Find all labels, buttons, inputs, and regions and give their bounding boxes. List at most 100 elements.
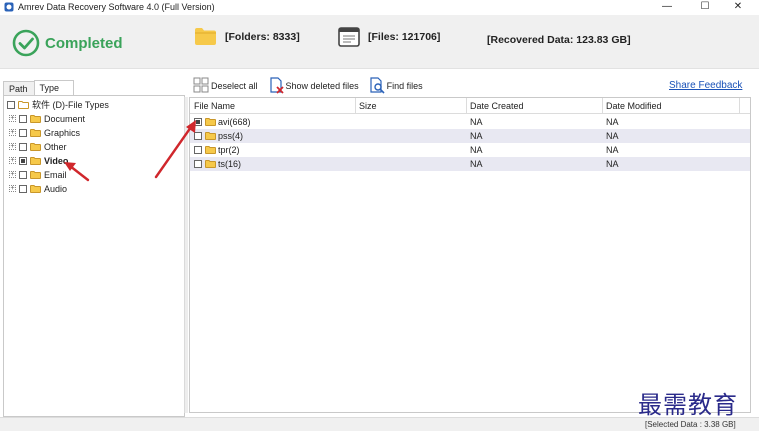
folder-icon	[30, 128, 41, 137]
tree-item-label: Video	[44, 155, 69, 166]
maximize-button[interactable]: ☐	[692, 0, 718, 15]
completed-status: Completed	[12, 29, 123, 57]
minimize-button[interactable]: —	[654, 0, 680, 15]
table-row[interactable]: pss(4) NA NA	[190, 129, 750, 143]
expander-icon[interactable]: +	[9, 157, 16, 164]
folder-icon	[205, 118, 216, 126]
row-checkbox[interactable]	[194, 118, 202, 126]
expander-icon[interactable]: +	[9, 143, 16, 150]
column-header-file-name[interactable]: File Name	[194, 101, 235, 111]
expander-icon[interactable]: +	[9, 129, 16, 136]
tree-checkbox[interactable]	[19, 114, 27, 123]
tree-item-video[interactable]: + Video	[9, 154, 68, 167]
app-icon	[4, 2, 14, 12]
date-modified-cell: NA	[606, 159, 619, 169]
folders-stat: [Folders: 8333]	[194, 27, 300, 46]
root-checkbox[interactable]	[7, 100, 15, 109]
date-modified-cell: NA	[606, 117, 619, 127]
column-divider[interactable]	[355, 98, 356, 113]
selected-data-label: [Selected Data : 3.38 GB]	[645, 420, 736, 429]
tree-item-label: Other	[44, 141, 67, 152]
tree-item-document[interactable]: + Document	[9, 112, 85, 125]
close-button[interactable]: ✕	[725, 0, 751, 15]
check-circle-icon	[12, 29, 40, 57]
window-title: Amrev Data Recovery Software 4.0 (Full V…	[18, 2, 215, 12]
file-name: pss(4)	[218, 131, 244, 141]
expander-icon[interactable]: +	[9, 171, 16, 178]
share-feedback-link[interactable]: Share Feedback	[669, 80, 742, 91]
tree-root-label: 软件 (D)-File Types	[32, 100, 109, 110]
show-deleted-files-button[interactable]: Show deleted files	[268, 77, 359, 94]
column-divider[interactable]	[739, 98, 740, 113]
column-divider[interactable]	[466, 98, 467, 113]
folders-count: [Folders: 8333]	[225, 30, 300, 43]
column-header-date-created[interactable]: Date Created	[470, 101, 524, 111]
completed-label: Completed	[45, 34, 123, 52]
tree-item-label: Audio	[44, 183, 68, 194]
tree-item-graphics[interactable]: + Graphics	[9, 126, 80, 139]
date-created-cell: NA	[470, 117, 483, 127]
file-grid: File Name Size Date Created Date Modifie…	[189, 97, 751, 413]
file-name-cell: pss(4)	[194, 131, 243, 141]
date-created-cell: NA	[470, 131, 483, 141]
tree-item-audio[interactable]: + Audio	[9, 182, 67, 195]
tree-root[interactable]: 软件 (D)-File Types	[7, 98, 109, 111]
column-divider[interactable]	[602, 98, 603, 113]
date-created-cell: NA	[470, 145, 483, 155]
folder-icon	[205, 132, 216, 140]
file-name-cell: tpr(2)	[194, 145, 240, 155]
panel-splitter[interactable]	[184, 97, 188, 413]
tree-checkbox[interactable]	[19, 170, 27, 179]
show-deleted-label: Show deleted files	[285, 80, 359, 91]
tab-path[interactable]: Path	[3, 81, 35, 96]
tree-checkbox[interactable]	[19, 142, 27, 151]
document-icon	[338, 27, 360, 47]
expander-icon[interactable]: +	[9, 185, 16, 192]
show-deleted-icon	[269, 77, 284, 94]
status-bar: Completed [Folders: 8333] [Files: 121706…	[0, 15, 759, 69]
folder-icon	[30, 156, 41, 165]
folder-icon	[30, 142, 41, 151]
file-type-tree: 软件 (D)-File Types + Document + Graphics …	[3, 95, 185, 417]
folder-icon	[205, 160, 216, 168]
table-row[interactable]: tpr(2) NA NA	[190, 143, 750, 157]
deselect-all-label: Deselect all	[211, 80, 258, 91]
column-header-size[interactable]: Size	[359, 101, 377, 111]
files-stat: [Files: 121706]	[338, 27, 440, 47]
file-name-cell: ts(16)	[194, 159, 241, 169]
folder-icon	[205, 146, 216, 154]
expander-icon[interactable]: +	[9, 115, 16, 122]
tab-type[interactable]: Type	[33, 80, 75, 96]
file-name: tpr(2)	[218, 145, 240, 155]
row-checkbox[interactable]	[194, 132, 202, 140]
tree-panel: Path Type 软件 (D)-File Types + Document +…	[3, 80, 185, 417]
folder-icon	[195, 28, 216, 45]
tree-item-label: Graphics	[44, 127, 81, 138]
tree-checkbox[interactable]	[19, 184, 27, 193]
row-checkbox[interactable]	[194, 146, 202, 154]
find-files-button[interactable]: Find files	[369, 77, 423, 94]
column-header-date-modified[interactable]: Date Modified	[606, 101, 662, 111]
file-name-cell: avi(668)	[194, 117, 251, 127]
tree-item-label: Document	[44, 113, 86, 124]
grid-header: File Name Size Date Created Date Modifie…	[190, 98, 750, 114]
table-row[interactable]: avi(668) NA NA	[190, 115, 750, 129]
tree-item-other[interactable]: + Other	[9, 140, 67, 153]
tree-checkbox[interactable]	[19, 156, 27, 165]
deselect-all-button[interactable]: Deselect all	[193, 77, 258, 94]
title-bar: Amrev Data Recovery Software 4.0 (Full V…	[0, 0, 759, 15]
file-name: avi(668)	[218, 117, 251, 127]
date-created-cell: NA	[470, 159, 483, 169]
table-row[interactable]: ts(16) NA NA	[190, 157, 750, 171]
watermark-text: 最需教育	[638, 391, 738, 419]
date-modified-cell: NA	[606, 145, 619, 155]
folder-icon	[30, 114, 41, 123]
tree-item-label: Email	[44, 169, 67, 180]
folder-icon	[30, 170, 41, 179]
recovered-stat: [Recovered Data: 123.83 GB]	[487, 34, 631, 46]
find-files-label: Find files	[386, 80, 423, 91]
tree-item-email[interactable]: + Email	[9, 168, 67, 181]
tree-checkbox[interactable]	[19, 128, 27, 137]
folder-icon	[30, 184, 41, 193]
row-checkbox[interactable]	[194, 160, 202, 168]
